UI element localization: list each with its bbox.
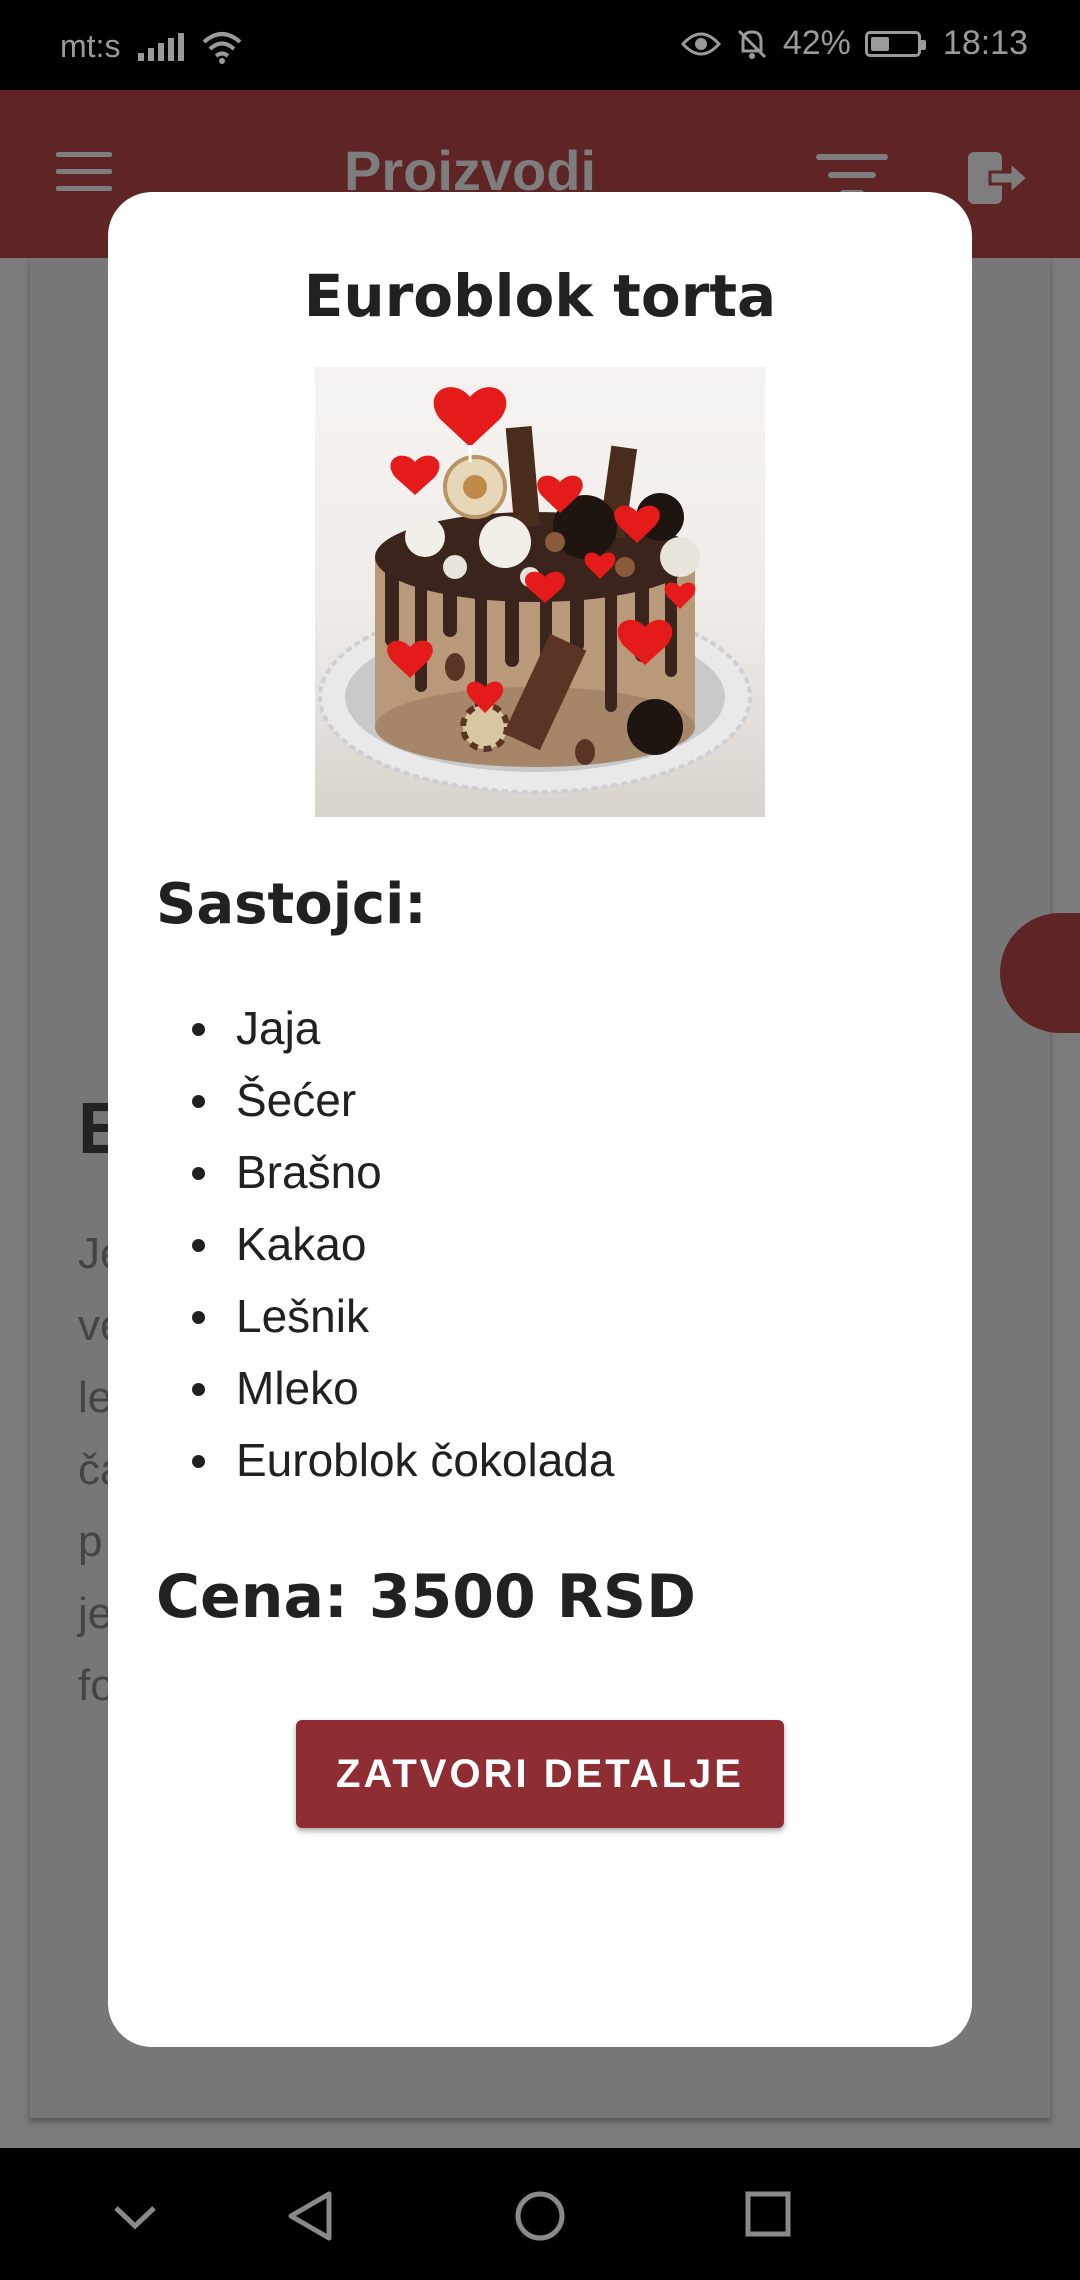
list-item: Mleko: [156, 1352, 614, 1424]
list-item: Jaja: [156, 992, 614, 1064]
clock: 18:13: [942, 24, 1028, 62]
close-details-button[interactable]: ZATVORI DETALJE: [296, 1720, 784, 1828]
ingredients-heading: Sastojci:: [156, 872, 427, 937]
wifi-icon: [203, 31, 242, 64]
bell-muted-icon: [737, 29, 766, 59]
battery-icon: [864, 30, 926, 57]
list-item: Brašno: [156, 1136, 614, 1208]
eye-comfort-icon: [680, 32, 721, 55]
logout-icon[interactable]: [966, 150, 1030, 206]
product-details-dialog: Euroblok torta Sastojci: Jaja Šećer Braš…: [108, 192, 972, 2047]
list-item: Kakao: [156, 1208, 614, 1280]
carrier-label: mt:s: [60, 28, 121, 64]
list-item: Euroblok čokolada: [156, 1424, 614, 1496]
collapse-icon[interactable]: [112, 2204, 158, 2232]
recents-icon[interactable]: [744, 2190, 792, 2238]
price-label: Cena: 3500 RSD: [156, 1562, 696, 1632]
battery-percent: 42%: [782, 24, 851, 62]
card-action-button[interactable]: [1000, 913, 1080, 1033]
signal-icon: [138, 32, 185, 61]
list-item: Šećer: [156, 1064, 614, 1136]
cake-image: [315, 367, 765, 817]
product-title: Euroblok torta: [303, 262, 777, 330]
status-bar: mt:s 42% 18:13: [0, 0, 1080, 90]
navigation-bar: [0, 2148, 1080, 2280]
home-icon[interactable]: [514, 2190, 566, 2242]
list-item: Lešnik: [156, 1280, 614, 1352]
back-icon[interactable]: [285, 2190, 335, 2242]
ingredients-list: Jaja Šećer Brašno Kakao Lešnik Mleko Eur…: [156, 992, 614, 1496]
